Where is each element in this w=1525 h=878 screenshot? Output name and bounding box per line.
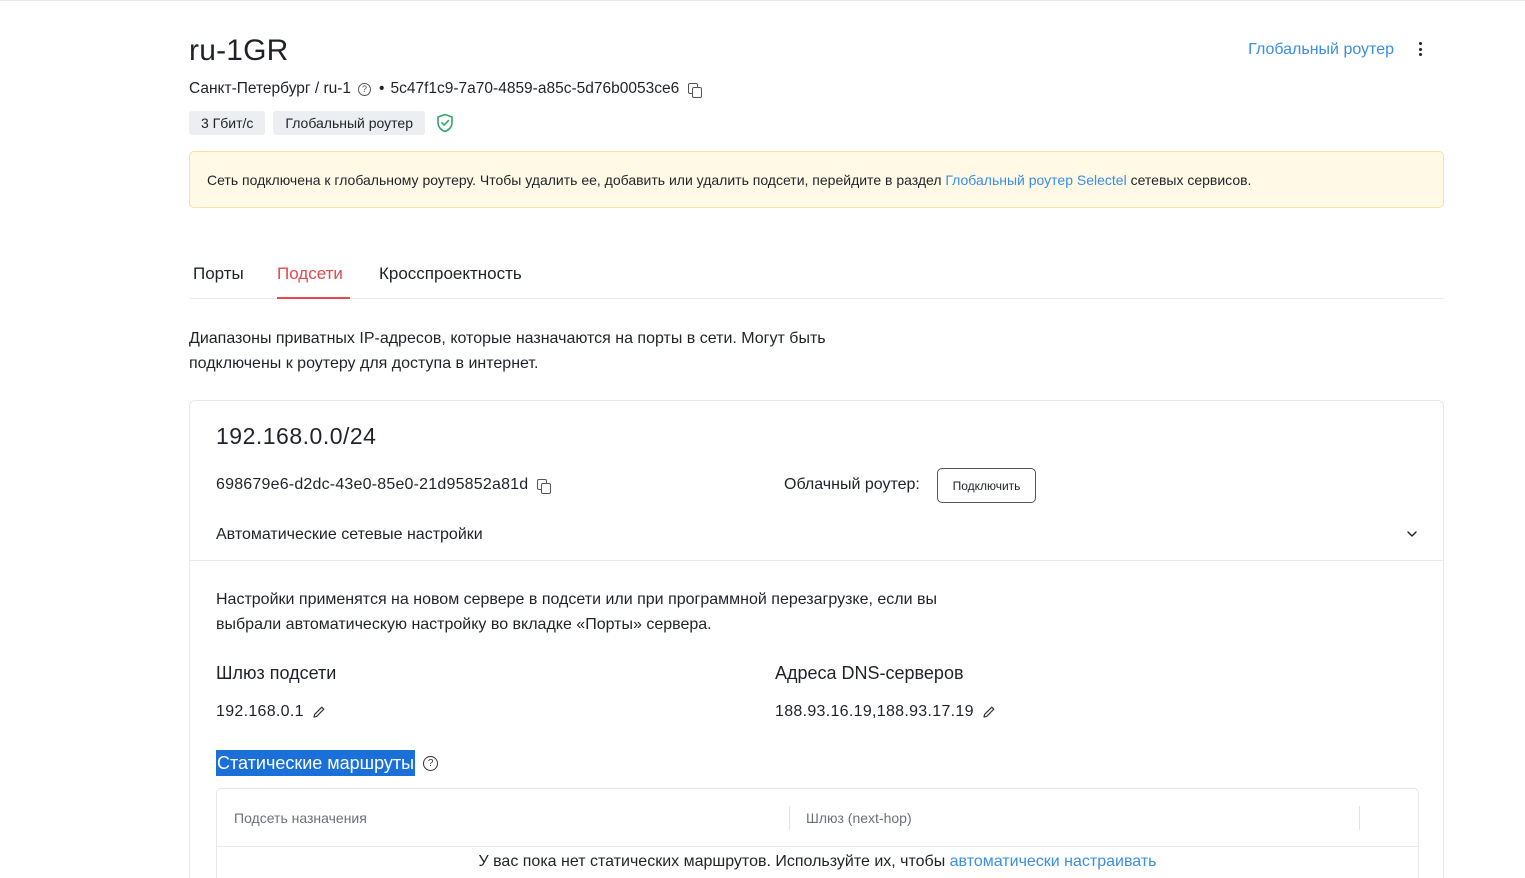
gateway-value-row: 192.168.0.1 [216,703,326,721]
table-header: Подсеть назначения Шлюз (next-hop) [217,789,1418,847]
subnets-description: Диапазоны приватных IP-адресов, которые … [189,330,826,372]
dns-value: 188.93.16.19,188.93.17.19 [775,703,974,720]
tab-cross-project[interactable]: Кросспроектность [379,264,522,299]
auto-settings-toggle[interactable]: Автоматические сетевые настройки [190,511,1443,561]
copy-icon[interactable] [688,82,703,98]
column-divider [789,806,790,830]
separator-dot: • [379,80,385,97]
static-routes-table: Подсеть назначения Шлюз (next-hop) У вас… [216,788,1419,878]
global-router-link[interactable]: Глобальный роутер [1248,41,1394,59]
chevron-down-icon [1407,531,1417,537]
subnet-card: 192.168.0.0/24 698679e6-d2dc-43e0-85e0-2… [189,400,1444,878]
speed-badge: 3 Гбит/с [189,111,266,135]
gateway-value: 192.168.0.1 [216,703,304,720]
pencil-icon[interactable] [312,705,326,719]
static-routes-header: Статические маршруты ? [216,750,439,776]
column-next-hop: Шлюз (next-hop) [806,810,912,826]
tab-ports[interactable]: Порты [193,264,244,299]
dns-value-row: 188.93.16.19,188.93.17.19 [775,703,996,721]
empty-state-link[interactable]: автоматически настраивать [950,853,1157,870]
notice-text: Сеть подключена к глобальному роутеру. Ч… [207,172,946,188]
badges: 3 Гбит/с Глобальный роутер [189,111,454,135]
subnet-id-row: 698679e6-d2dc-43e0-85e0-21d95852a81d [216,476,552,494]
dns-heading: Адреса DNS-серверов [775,663,964,683]
tabs: Порты Подсети Кросспроектность [189,262,1444,299]
help-icon[interactable]: ? [423,755,439,771]
network-page: ru-1GR Глобальный роутер Санкт-Петербург… [189,0,1444,878]
subnet-id: 698679e6-d2dc-43e0-85e0-21d95852a81d [216,476,529,493]
subnet-cidr: 192.168.0.0/24 [216,423,377,449]
shield-check-icon [437,113,453,133]
pencil-icon[interactable] [982,705,996,719]
auto-settings-label: Автоматические сетевые настройки [216,526,483,543]
network-meta: Санкт-Петербург / ru-1 ? • 5c47f1c9-7a70… [189,80,703,98]
auto-settings-description: Настройки применятся на новом сервере в … [216,591,937,633]
empty-state-text: У вас пока нет статических маршрутов. Ис… [478,853,950,870]
column-destination: Подсеть назначения [234,810,367,826]
notice-text-end: сетевых сервисов. [1126,172,1252,188]
location-text: Санкт-Петербург / ru-1 [189,80,352,97]
global-router-notice: Сеть подключена к глобальному роутеру. Ч… [189,151,1444,208]
empty-state: У вас пока нет статических маршрутов. Ис… [217,853,1418,871]
connect-router-button[interactable]: Подключить [937,468,1036,503]
gateway-heading: Шлюз подсети [216,663,337,683]
tab-subnets[interactable]: Подсети [277,264,350,299]
more-menu-icon[interactable] [1416,38,1424,60]
page-title: ru-1GR [189,34,289,67]
copy-icon[interactable] [537,478,552,494]
cloud-router-label: Облачный роутер: [784,476,920,493]
global-router-badge: Глобальный роутер [273,111,426,135]
network-id: 5c47f1c9-7a70-4859-a85c-5d76b0053ce6 [390,80,680,97]
help-icon[interactable]: ? [358,82,372,96]
column-divider [1359,806,1360,830]
static-routes-heading: Статические маршруты [216,750,416,776]
notice-link[interactable]: Глобальный роутер Selectel [945,172,1126,188]
